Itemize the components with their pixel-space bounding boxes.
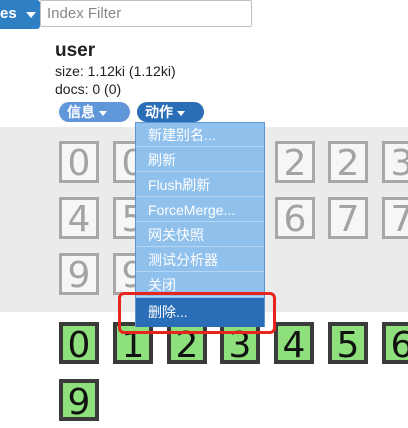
primary-shard[interactable]: 4 [274, 322, 314, 366]
chevron-down-icon [26, 12, 36, 18]
replica-shard[interactable]: 4 [59, 197, 99, 240]
info-button-label: 信息 [67, 104, 95, 120]
menu-item-force-merge[interactable]: ForceMerge... [136, 198, 264, 222]
menu-item-test-analyzer[interactable]: 测试分析器 [136, 248, 264, 272]
replica-shard[interactable]: 2 [275, 141, 315, 184]
index-filter-input[interactable] [40, 0, 252, 27]
index-sort-select[interactable]: es [0, 0, 40, 29]
primary-shard[interactable]: 0 [59, 322, 99, 366]
chevron-down-icon [177, 110, 185, 116]
primary-shard[interactable]: 6 [382, 322, 408, 366]
replica-shard[interactable]: 3 [382, 141, 408, 184]
chevron-down-icon [99, 110, 107, 116]
action-button-label: 动作 [145, 104, 173, 120]
index-sort-select-label: es [0, 5, 17, 22]
menu-item-refresh[interactable]: 刷新 [136, 148, 264, 172]
menu-item-new-alias[interactable]: 新建别名... [136, 123, 264, 147]
menu-item-flush[interactable]: Flush刷新 [136, 173, 264, 197]
replica-shard[interactable]: 7 [328, 197, 368, 240]
replica-shard[interactable]: 2 [328, 141, 368, 184]
info-button[interactable]: 信息 [59, 102, 130, 122]
action-button[interactable]: 动作 [137, 102, 204, 122]
index-size: size: 1.12ki (1.12ki) [55, 63, 176, 79]
primary-shard[interactable]: 9 [59, 379, 99, 423]
replica-shard[interactable]: 0 [59, 141, 99, 184]
annotation-highlight-box [118, 292, 276, 334]
replica-shard[interactable]: 7 [382, 197, 408, 240]
index-docs: docs: 0 (0) [55, 81, 122, 97]
replica-shard[interactable]: 9 [59, 253, 99, 296]
menu-item-gateway-snapshot[interactable]: 网关快照 [136, 223, 264, 247]
primary-shard[interactable]: 5 [328, 322, 368, 366]
index-name: user [55, 40, 96, 61]
replica-shard[interactable]: 6 [275, 197, 315, 240]
